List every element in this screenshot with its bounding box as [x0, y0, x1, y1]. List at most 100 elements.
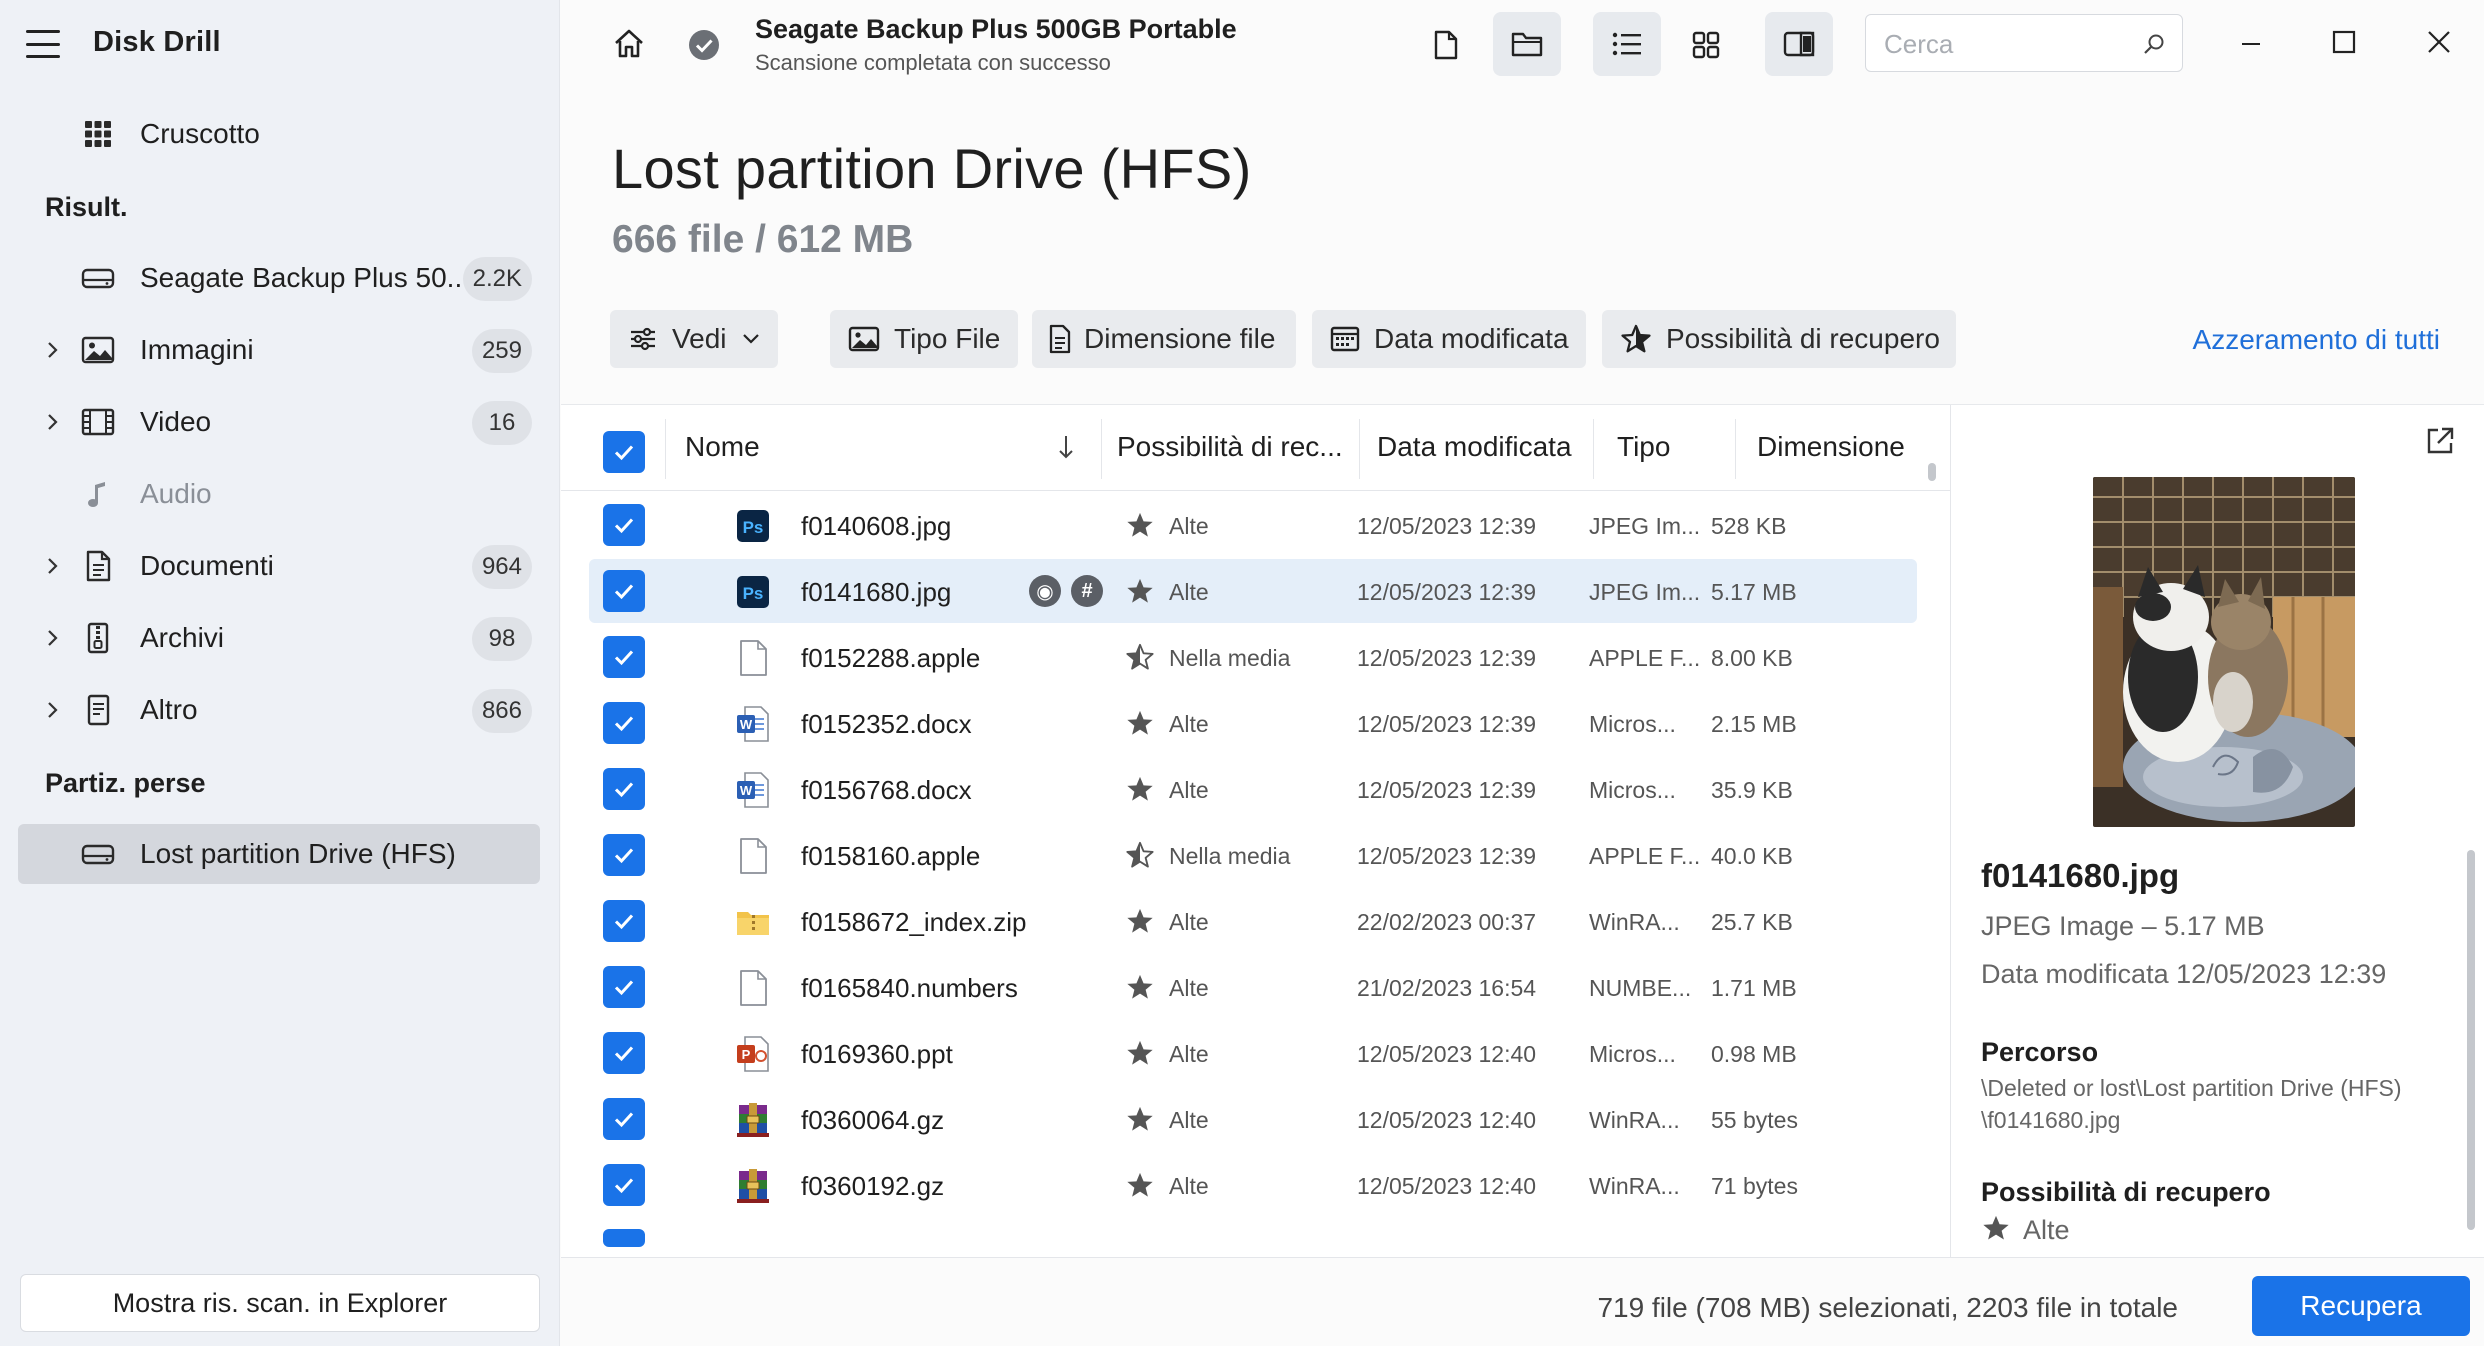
sidebar-item-images[interactable]: Immagini 259	[18, 320, 540, 380]
row-checkbox[interactable]	[603, 834, 645, 876]
view-filter-button[interactable]: Vedi	[610, 310, 778, 368]
view-filter-label: Vedi	[672, 323, 727, 354]
table-row[interactable]: Ps f0141680.jpg ◉ # Alte 12/05/2023 12:39 JPEG…	[589, 559, 1917, 623]
recovery-chance: Nella media	[1169, 645, 1291, 671]
file-size-filter-label: Dimensione file	[1084, 323, 1276, 354]
file-type: APPLE F...	[1589, 843, 1701, 869]
table-row[interactable]: f0152288.apple Nella media 12/05/2023 12:3…	[589, 625, 1917, 689]
preview-scrollbar[interactable]	[2467, 850, 2475, 1230]
sort-down-arrow-icon[interactable]	[1057, 433, 1075, 461]
file-name: f0360064.gz	[801, 1105, 945, 1135]
table-row[interactable]: Wf0156768.docx Alte 12/05/2023 12:39 Micros…	[589, 757, 1917, 821]
table-row[interactable]: f0165840.numbers Alte 21/02/2023 16:54 NUMB…	[589, 955, 1917, 1019]
svg-text:P: P	[742, 1047, 751, 1062]
folder-view-icon[interactable]	[1493, 12, 1561, 76]
hash-icon[interactable]: #	[1071, 575, 1103, 607]
open-external-icon[interactable]	[2424, 425, 2456, 457]
file-size-filter[interactable]: Dimensione file	[1032, 310, 1296, 368]
row-checkbox[interactable]	[603, 1032, 645, 1074]
close-icon[interactable]	[2419, 22, 2459, 62]
file-name: f0152288.apple	[801, 643, 981, 673]
recovery-chance: Alte	[1169, 909, 1209, 935]
chevron-right-icon[interactable]	[40, 626, 64, 650]
row-checkbox[interactable]	[603, 900, 645, 942]
sidebar-item-other[interactable]: Altro 866	[18, 680, 540, 740]
recovery-chance-filter[interactable]: Possibilità di recupero	[1602, 310, 1956, 368]
sidebar-item-lost-partition[interactable]: Lost partition Drive (HFS)	[18, 824, 540, 884]
preview-eye-icon[interactable]: ◉	[1029, 575, 1061, 607]
row-checkbox[interactable]	[603, 504, 645, 546]
show-in-explorer-button[interactable]: Mostra ris. scan. in Explorer	[20, 1274, 540, 1332]
date-modified-filter[interactable]: Data modificata	[1312, 310, 1586, 368]
column-separator	[1101, 419, 1102, 479]
file-type: WinRA...	[1589, 1107, 1680, 1133]
column-header-date[interactable]: Data modificata	[1377, 431, 1572, 463]
chevron-right-icon[interactable]	[40, 698, 64, 722]
file-view-icon[interactable]	[1421, 20, 1471, 70]
column-header-type[interactable]: Tipo	[1617, 431, 1670, 463]
row-checkbox[interactable]	[603, 702, 645, 744]
star-full-icon	[1125, 709, 1155, 739]
date-modified: 12/05/2023 12:40	[1357, 1041, 1537, 1067]
table-row[interactable]: f0360064.gz Alte 12/05/2023 12:40 WinRA... 5…	[589, 1087, 1917, 1151]
table-row[interactable]: Ps f0140608.jpg Alte 12/05/2023 12:39 JPEG I…	[589, 493, 1917, 557]
row-checkbox[interactable]	[603, 1164, 645, 1206]
table-row[interactable]: Wf0152352.docx Alte 12/05/2023 12:39 Micros…	[589, 691, 1917, 755]
file-name: f0169360.ppt	[801, 1039, 953, 1069]
star-half-icon	[1125, 841, 1155, 871]
chevron-right-icon[interactable]	[40, 410, 64, 434]
row-checkbox[interactable]	[603, 768, 645, 810]
file-name: f0152352.docx	[801, 709, 972, 739]
table-row[interactable]: f0360192.gz Alte 12/05/2023 12:40 WinRA... 7…	[589, 1153, 1917, 1217]
sidebar-item-drive[interactable]: Seagate Backup Plus 50... 2.2K	[18, 248, 540, 308]
column-separator	[1359, 419, 1360, 479]
photoshop-icon: Ps	[735, 507, 771, 545]
date-modified-filter-label: Data modificata	[1374, 323, 1569, 354]
document-icon	[86, 550, 111, 582]
preview-panel-icon[interactable]	[1765, 12, 1833, 76]
column-separator	[1735, 419, 1736, 479]
column-header-recovery[interactable]: Possibilità di rec...	[1117, 431, 1343, 463]
recovery-chance: Alte	[1169, 513, 1209, 539]
recover-button[interactable]: Recupera	[2252, 1276, 2470, 1336]
sidebar-item-video[interactable]: Video 16	[18, 392, 540, 452]
preview-thumbnail[interactable]	[2093, 477, 2355, 827]
sidebar-item-dashboard[interactable]: Cruscotto	[18, 104, 540, 164]
column-header-name[interactable]: Nome	[685, 431, 760, 463]
home-icon[interactable]	[607, 22, 651, 66]
maximize-icon[interactable]	[2324, 22, 2364, 62]
file-size: 1.71 MB	[1711, 975, 1797, 1001]
chevron-right-icon[interactable]	[40, 338, 64, 362]
chevron-right-icon[interactable]	[40, 554, 64, 578]
row-checkbox[interactable]	[603, 1098, 645, 1140]
other-file-icon	[87, 694, 110, 726]
row-checkbox[interactable]	[603, 1229, 645, 1247]
select-all-checkbox[interactable]	[603, 431, 645, 473]
file-type-filter[interactable]: Tipo File	[830, 310, 1018, 368]
document-icon	[1049, 324, 1071, 354]
sidebar-item-documents[interactable]: Documenti 964	[18, 536, 540, 596]
recovery-chance: Nella media	[1169, 843, 1291, 869]
sidebar-item-audio[interactable]: Audio	[18, 464, 540, 524]
search-input[interactable]	[1884, 27, 2134, 61]
sidebar-item-archives[interactable]: Archivi 98	[18, 608, 540, 668]
minimize-icon[interactable]	[2231, 24, 2271, 64]
list-view-icon[interactable]	[1593, 12, 1661, 76]
table-row[interactable]: f0158672_index.zip Alte 22/02/2023 00:37 Wi…	[589, 889, 1917, 953]
table-row[interactable]: Pf0169360.ppt Alte 12/05/2023 12:40 Micros.…	[589, 1021, 1917, 1085]
reset-all-link[interactable]: Azzeramento di tutti	[2193, 324, 2440, 356]
grid-view-icon[interactable]	[1681, 20, 1731, 70]
table-row[interactable]: f0158160.apple Nella media 12/05/2023 12:3…	[589, 823, 1917, 887]
column-header-size[interactable]: Dimensione	[1757, 431, 1905, 463]
selection-status: 719 file (708 MB) selezionati, 2203 file…	[1597, 1292, 2178, 1323]
row-checkbox[interactable]	[603, 570, 645, 612]
hamburger-menu-icon[interactable]	[26, 30, 60, 58]
row-checkbox[interactable]	[603, 966, 645, 1008]
table-scrollbar[interactable]	[1928, 463, 1936, 481]
date-modified: 12/05/2023 12:40	[1357, 1107, 1537, 1133]
svg-text:W: W	[740, 783, 753, 798]
row-checkbox[interactable]	[603, 636, 645, 678]
footer-bar: 719 file (708 MB) selezionati, 2203 file…	[561, 1257, 2484, 1346]
app-title: Disk Drill	[93, 26, 221, 58]
search-icon[interactable]	[2142, 32, 2166, 56]
